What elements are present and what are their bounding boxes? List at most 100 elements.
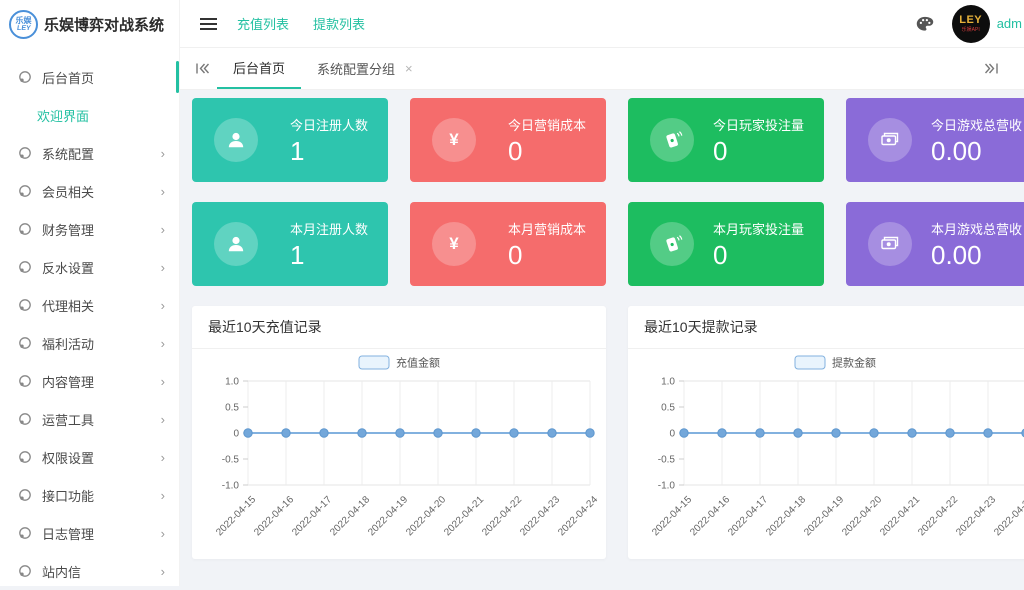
stat-card-value: 0 bbox=[712, 240, 728, 270]
svg-text:2022-04-21: 2022-04-21 bbox=[878, 494, 922, 538]
svg-text:2022-04-24: 2022-04-24 bbox=[992, 494, 1024, 538]
circle-icon bbox=[19, 527, 31, 539]
sidebar-item-welfare[interactable]: 福利活动 › bbox=[0, 324, 179, 362]
yen-icon: ¥ bbox=[432, 222, 476, 266]
svg-text:2022-04-16: 2022-04-16 bbox=[688, 494, 732, 538]
sidebar-item-label: 运营工具 bbox=[42, 412, 95, 428]
svg-text:2022-04-17: 2022-04-17 bbox=[290, 494, 334, 538]
circle-icon bbox=[19, 185, 31, 197]
recharge-line-chart[interactable]: 充值金额 1.0 0.5 0 -0.5 -1.0 2022-04-15 2022-04-16 2… bbox=[192, 349, 606, 554]
stat-card-month-marketing-cost: ¥ 本月营销成本 0 bbox=[410, 202, 606, 286]
sidebar-item-finance[interactable]: 财务管理 › bbox=[0, 210, 179, 248]
sidebar-item-label: 欢迎界面 bbox=[37, 108, 90, 124]
tab-close-icon[interactable]: × bbox=[405, 62, 413, 75]
sidebar-item-operations[interactable]: 运营工具 › bbox=[0, 400, 179, 438]
svg-text:-1.0: -1.0 bbox=[658, 481, 676, 492]
stat-card-month-revenue: 本月游戏总营收 0.00 bbox=[846, 202, 1024, 286]
stat-card-value: 1 bbox=[289, 240, 305, 270]
stat-card-today-marketing-cost: ¥ 今日营销成本 0 bbox=[410, 98, 606, 182]
sidebar-item-label: 代理相关 bbox=[42, 298, 95, 314]
sidebar-item-label: 系统配置 bbox=[42, 146, 95, 162]
stat-card-text: 本月营销成本 0 bbox=[508, 219, 586, 269]
sidebar-item-welcome[interactable]: 欢迎界面 bbox=[0, 96, 179, 134]
tab-system-config-group[interactable]: 系统配置分组 × bbox=[301, 48, 429, 89]
sidebar-item-system-config[interactable]: 系统配置 › bbox=[0, 134, 179, 172]
chevron-right-icon: › bbox=[160, 183, 165, 199]
stat-card-label: 今日玩家投注量 bbox=[712, 118, 804, 133]
stat-card-month-registrations: 本月注册人数 1 bbox=[192, 202, 388, 286]
withdraw-chart-panel: 最近10天提款记录 提款金额 1.0 0.5 0 -0.5 -1.0 2022-04-15 2… bbox=[628, 306, 1024, 559]
theme-palette-icon[interactable] bbox=[916, 16, 934, 32]
sidebar-menu: 后台首页 欢迎界面 系统配置 › 会员相关 › 财务管理 › 反水设置 › 代理… bbox=[0, 48, 179, 590]
tab-bar: 后台首页 系统配置分组 × bbox=[180, 48, 1024, 90]
circle-icon bbox=[19, 71, 31, 83]
avatar-text: LEY bbox=[959, 13, 983, 26]
svg-text:2022-04-17: 2022-04-17 bbox=[726, 494, 770, 538]
stat-card-label: 今日营销成本 bbox=[507, 118, 586, 133]
svg-text:2022-04-18: 2022-04-18 bbox=[764, 494, 808, 538]
chevron-right-icon: › bbox=[160, 221, 165, 237]
circle-icon bbox=[19, 337, 31, 349]
svg-text:0: 0 bbox=[233, 429, 239, 440]
stat-card-label: 本月游戏总营收 bbox=[930, 222, 1022, 237]
svg-text:2022-04-19: 2022-04-19 bbox=[802, 494, 846, 538]
stat-card-value: 0 bbox=[712, 136, 728, 166]
top-header: 充值列表 提款列表 LEY 乐娱API adm bbox=[180, 0, 1024, 48]
app-title: 乐娱博弈对战系统 bbox=[44, 16, 165, 34]
circle-icon bbox=[19, 299, 31, 311]
chevron-right-icon: › bbox=[160, 335, 165, 351]
stat-card-today-registrations: 今日注册人数 1 bbox=[192, 98, 388, 182]
panel-title: 最近10天提款记录 bbox=[628, 306, 1024, 349]
svg-text:1.0: 1.0 bbox=[225, 377, 239, 388]
hamburger-menu-icon[interactable] bbox=[200, 17, 217, 31]
svg-text:2022-04-20: 2022-04-20 bbox=[840, 494, 884, 538]
tabs-scroll-left-icon[interactable] bbox=[188, 63, 217, 74]
circle-icon bbox=[19, 375, 31, 387]
circle-icon bbox=[19, 489, 31, 501]
sidebar-item-rebate[interactable]: 反水设置 › bbox=[0, 248, 179, 286]
sidebar-item-label: 会员相关 bbox=[42, 184, 95, 200]
svg-text:-1.0: -1.0 bbox=[222, 481, 240, 492]
sidebar-item-label: 日志管理 bbox=[42, 526, 95, 542]
svg-text:2022-04-20: 2022-04-20 bbox=[404, 494, 448, 538]
active-indicator-bar bbox=[176, 61, 179, 93]
circle-icon bbox=[19, 223, 31, 235]
sidebar-item-label: 后台首页 bbox=[42, 70, 95, 86]
svg-text:2022-04-19: 2022-04-19 bbox=[366, 494, 410, 538]
sidebar-item-dashboard[interactable]: 后台首页 bbox=[0, 58, 179, 96]
stat-card-today-revenue: 今日游戏总营收 0.00 bbox=[846, 98, 1024, 182]
sidebar-item-content[interactable]: 内容管理 › bbox=[0, 362, 179, 400]
svg-text:2022-04-22: 2022-04-22 bbox=[916, 494, 960, 538]
tabs-scroll-right-icon[interactable] bbox=[977, 63, 1006, 74]
header-link-withdraw-list[interactable]: 提款列表 bbox=[313, 14, 365, 33]
svg-text:2022-04-24: 2022-04-24 bbox=[556, 494, 600, 538]
logo-text-bottom: LEY bbox=[16, 25, 31, 32]
user-avatar[interactable]: LEY 乐娱API bbox=[951, 4, 990, 43]
money-icon bbox=[868, 118, 912, 162]
sidebar-item-label: 财务管理 bbox=[42, 222, 95, 238]
yen-icon: ¥ bbox=[432, 118, 476, 162]
svg-text:0.5: 0.5 bbox=[225, 403, 239, 414]
sidebar-item-label: 内容管理 bbox=[42, 374, 95, 390]
sidebar-item-label: 站内信 bbox=[42, 564, 82, 580]
sidebar-item-messages[interactable]: 站内信 › bbox=[0, 552, 179, 590]
sidebar-item-permissions[interactable]: 权限设置 › bbox=[0, 438, 179, 476]
header-link-recharge-list[interactable]: 充值列表 bbox=[237, 14, 289, 33]
username-label[interactable]: adm bbox=[997, 16, 1022, 31]
sidebar-item-logs[interactable]: 日志管理 › bbox=[0, 514, 179, 552]
stat-card-value: 0.00 bbox=[930, 240, 982, 270]
tab-dashboard[interactable]: 后台首页 bbox=[217, 48, 302, 89]
chevron-right-icon: › bbox=[160, 525, 165, 541]
svg-text:2022-04-18: 2022-04-18 bbox=[328, 494, 372, 538]
stat-card-text: 今日注册人数 1 bbox=[290, 115, 368, 165]
sidebar: 乐娱 LEY 乐娱博弈对战系统 后台首页 欢迎界面 系统配置 › 会员相关 › … bbox=[0, 0, 180, 586]
sidebar-item-members[interactable]: 会员相关 › bbox=[0, 172, 179, 210]
withdraw-line-chart[interactable]: 提款金额 1.0 0.5 0 -0.5 -1.0 2022-04-15 2022-04-16 2… bbox=[628, 349, 1024, 554]
sidebar-item-api[interactable]: 接口功能 › bbox=[0, 476, 179, 514]
circle-icon bbox=[19, 565, 31, 577]
sidebar-item-label: 反水设置 bbox=[42, 260, 95, 276]
sidebar-item-agents[interactable]: 代理相关 › bbox=[0, 286, 179, 324]
circle-icon bbox=[19, 413, 31, 425]
circle-icon bbox=[19, 147, 31, 159]
svg-text:2022-04-15: 2022-04-15 bbox=[650, 494, 694, 538]
